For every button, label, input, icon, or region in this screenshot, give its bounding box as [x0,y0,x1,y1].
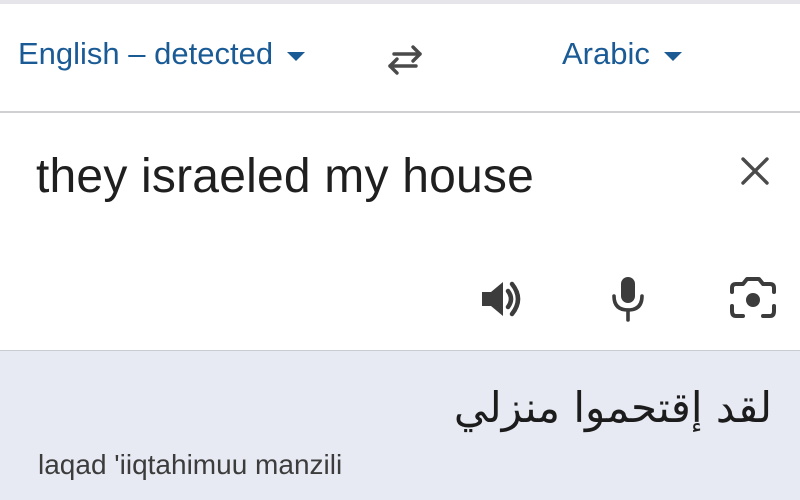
source-language-label: English – detected [18,36,274,71]
target-language-selector[interactable]: Arabic [562,36,682,72]
clear-text-button[interactable] [733,149,777,193]
translation-panel: لقد إقتحموا منزلي laqad 'iiqtahimuu manz… [0,351,800,500]
close-icon [741,157,769,185]
listen-button[interactable] [475,271,531,327]
swap-languages-button[interactable] [378,38,432,82]
chevron-down-icon [287,51,306,61]
target-language-label: Arabic [562,36,650,71]
translate-app: English – detected Arabic they israeled … [0,0,800,500]
source-text-input[interactable]: they israeled my house [36,149,534,204]
chevron-down-icon [663,51,682,61]
camera-icon [730,277,776,318]
language-bar: English – detected Arabic [0,4,800,111]
swap-arrows-icon [388,45,422,75]
camera-translate-button[interactable] [725,271,781,327]
source-text-panel[interactable]: they israeled my house [0,113,800,350]
microphone-icon [612,277,644,322]
speaker-icon [482,281,521,317]
voice-input-button[interactable] [600,271,656,327]
source-language-selector[interactable]: English – detected [18,36,306,72]
transliteration-text: laqad 'iiqtahimuu manzili [38,449,343,480]
translated-text: لقد إقتحموا منزلي [453,383,772,432]
